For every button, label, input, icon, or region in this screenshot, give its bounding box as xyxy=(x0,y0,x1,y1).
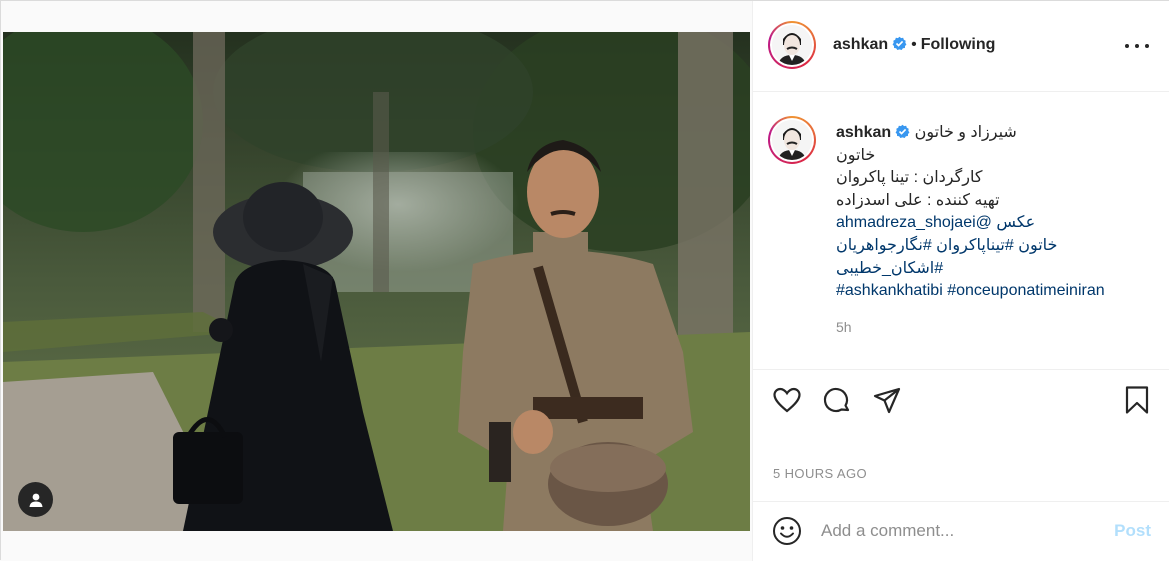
smiley-icon[interactable] xyxy=(771,515,803,547)
caption-line: تهیه کننده : علی اسدزاده xyxy=(836,191,1000,209)
post-side-panel: ashkan • Following ashkan شیرزاد و خاتون… xyxy=(752,1,1169,561)
post-dialog: ashkan • Following ashkan شیرزاد و خاتون… xyxy=(0,0,1169,561)
caption-line-mention[interactable]: عکس @ahmadreza_shojaei xyxy=(836,212,1156,235)
paper-plane-icon[interactable] xyxy=(871,384,903,416)
author-avatar[interactable] xyxy=(768,21,816,69)
caption-line: شیرزاد و خاتون xyxy=(914,124,1017,141)
comment-input[interactable] xyxy=(821,519,1091,543)
action-bar xyxy=(753,370,1169,430)
caption-username[interactable]: ashkan xyxy=(836,124,891,141)
verified-badge-icon xyxy=(892,36,907,50)
caption-area: ashkan شیرزاد و خاتون خاتون کارگردان : ت… xyxy=(753,92,1169,370)
person-icon xyxy=(29,493,42,507)
caption-line-hashtags[interactable]: #ashkankhatibi #onceuponatimeiniran xyxy=(836,280,1156,303)
post-timestamp[interactable]: 5 HOURS AGO xyxy=(773,466,867,481)
caption-author-avatar[interactable] xyxy=(768,116,816,164)
post-comment-button[interactable]: Post xyxy=(1114,521,1151,541)
caption-age: 5h xyxy=(836,319,852,335)
bookmark-icon[interactable] xyxy=(1121,384,1153,416)
following-button[interactable]: Following xyxy=(921,36,996,53)
separator-dot: • xyxy=(911,36,917,53)
author-username[interactable]: ashkan xyxy=(833,36,888,53)
comment-bubble-icon[interactable] xyxy=(821,384,853,416)
tagged-users-button[interactable] xyxy=(18,482,53,517)
caption-text: ashkan شیرزاد و خاتون خاتون کارگردان : ت… xyxy=(836,122,1156,303)
caption-line: خاتون xyxy=(836,146,876,164)
caption-line: کارگردان : تینا پاکروان xyxy=(836,169,983,187)
header-user-row: ashkan • Following xyxy=(833,36,995,54)
more-dots-icon[interactable] xyxy=(1125,37,1149,55)
verified-badge-icon xyxy=(895,124,910,138)
caption-line-hashtags[interactable]: خاتون #تیناپاکروان #نگارجواهریان xyxy=(836,235,1156,258)
caption-line-hashtags[interactable]: #اشکان_خطیبی xyxy=(836,258,1156,281)
post-media xyxy=(1,1,752,561)
post-photo[interactable] xyxy=(3,32,750,531)
comment-bar: Post xyxy=(753,501,1169,561)
heart-icon[interactable] xyxy=(771,384,803,416)
post-header: ashkan • Following xyxy=(753,1,1169,92)
